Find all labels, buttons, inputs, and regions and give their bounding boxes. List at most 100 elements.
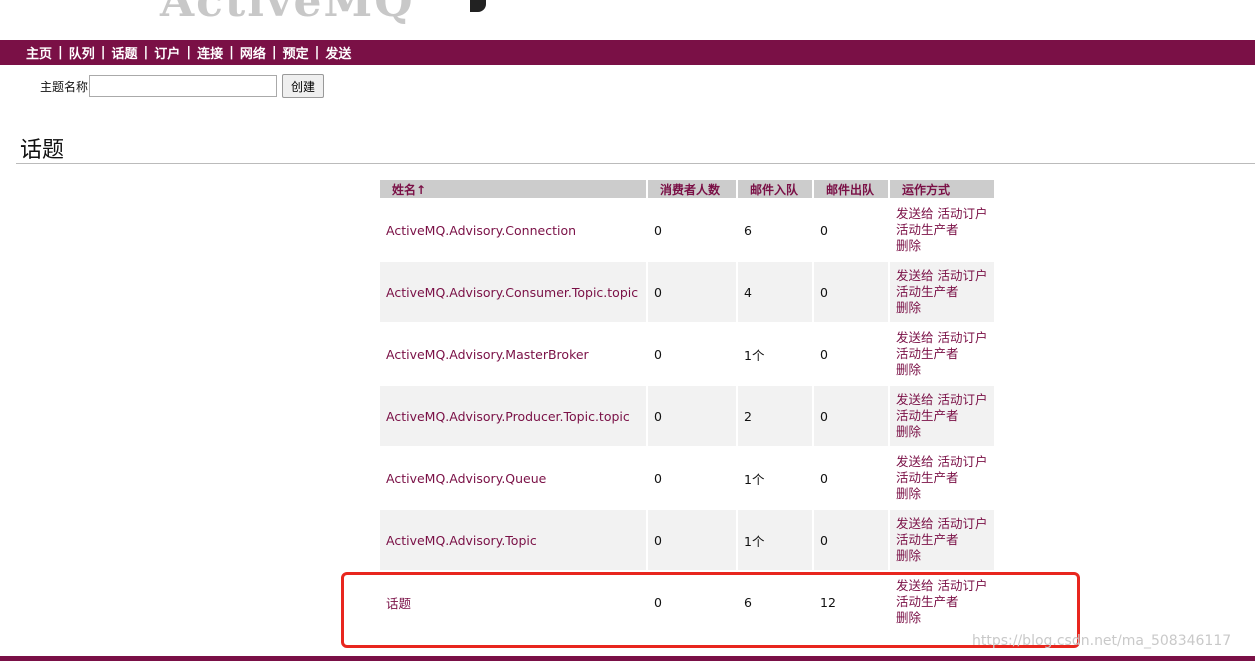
- topic-link[interactable]: ActiveMQ.Advisory.MasterBroker: [386, 347, 589, 362]
- topic-name-cell: ActiveMQ.Advisory.Producer.Topic.topic: [380, 386, 646, 446]
- nav-item-send[interactable]: 发送: [325, 43, 351, 62]
- table-row: ActiveMQ.Advisory.Connection 0 6 0 发送给 活…: [380, 200, 994, 260]
- nav-item-topics[interactable]: 话题: [112, 43, 138, 62]
- active-subscribers-link[interactable]: 活动订户: [938, 454, 988, 469]
- nav-separator: |: [100, 45, 106, 60]
- enqueued-count-cell: 1个: [744, 471, 765, 487]
- nav-item-network[interactable]: 网络: [240, 43, 266, 62]
- enqueued-count-cell: 4: [738, 262, 812, 322]
- operations-cell: 发送给 活动订户 活动生产者 删除: [890, 200, 994, 260]
- column-header-operations: 运作方式: [890, 180, 994, 198]
- topic-link[interactable]: ActiveMQ.Advisory.Consumer.Topic.topic: [386, 285, 638, 300]
- nav-item-subscribers[interactable]: 订户: [154, 43, 180, 62]
- footer-bar: [0, 656, 1255, 661]
- logo: ActiveMQ: [160, 0, 415, 27]
- nav-item-queues[interactable]: 队列: [69, 43, 95, 62]
- topic-name-cell: ActiveMQ.Advisory.MasterBroker: [380, 324, 646, 384]
- active-producers-link[interactable]: 活动生产者: [896, 532, 959, 547]
- topic-name-cell: ActiveMQ.Advisory.Queue: [380, 448, 646, 508]
- consumer-count-cell: 0: [654, 346, 662, 362]
- nav-separator: |: [186, 45, 192, 60]
- consumer-count-cell: 0: [654, 222, 662, 238]
- topic-link[interactable]: ActiveMQ.Advisory.Connection: [386, 223, 576, 238]
- send-to-link[interactable]: 发送给: [896, 516, 934, 531]
- delete-link[interactable]: 删除: [896, 362, 921, 377]
- nav-separator: |: [271, 45, 277, 60]
- dequeued-count-cell: 0: [814, 510, 888, 570]
- operations-cell: 发送给 活动订户 活动生产者 删除: [890, 510, 994, 570]
- topic-name-input[interactable]: [89, 75, 278, 97]
- topic-link[interactable]: ActiveMQ.Advisory.Topic: [386, 533, 537, 548]
- active-subscribers-link[interactable]: 活动订户: [938, 516, 988, 531]
- nav-item-home[interactable]: 主页: [26, 43, 52, 62]
- active-subscribers-link[interactable]: 活动订户: [938, 268, 988, 283]
- dequeued-count-cell: 0: [820, 470, 828, 486]
- table-row: ActiveMQ.Advisory.MasterBroker 0 1个 0 发送…: [380, 324, 994, 384]
- table-row: ActiveMQ.Advisory.Producer.Topic.topic 0…: [380, 386, 994, 446]
- consumer-count-cell: 0: [648, 510, 736, 570]
- active-subscribers-link[interactable]: 活动订户: [938, 206, 988, 221]
- delete-link[interactable]: 删除: [896, 238, 921, 253]
- delete-link[interactable]: 删除: [896, 486, 921, 501]
- send-to-link[interactable]: 发送给: [896, 206, 934, 221]
- topic-name-cell: ActiveMQ.Advisory.Connection: [380, 200, 646, 260]
- watermark: https://blog.csdn.net/ma_508346117: [972, 633, 1232, 649]
- dequeued-count-cell: 0: [820, 346, 828, 362]
- active-producers-link[interactable]: 活动生产者: [896, 222, 959, 237]
- table-header-row: 姓名↑ 消费者人数 邮件入队 邮件出队 运作方式: [380, 180, 994, 198]
- consumer-count-cell: 0: [648, 262, 736, 322]
- delete-link[interactable]: 删除: [896, 424, 921, 439]
- enqueued-count-cell: 2: [738, 386, 812, 446]
- operations-cell: 发送给 活动订户 活动生产者 删除: [890, 262, 994, 322]
- column-header-consumers[interactable]: 消费者人数: [648, 180, 736, 198]
- create-button[interactable]: 创建: [282, 74, 325, 98]
- operations-cell: 发送给 活动订户 活动生产者 删除: [890, 448, 994, 508]
- send-to-link[interactable]: 发送给: [896, 454, 934, 469]
- enqueued-count-cell: 6: [744, 222, 752, 238]
- main-nav: 主页 | 队列 | 话题 | 订户 | 连接 | 网络 | 预定 | 发送: [0, 40, 1255, 65]
- table-row: ActiveMQ.Advisory.Topic 0 1个 0 发送给 活动订户 …: [380, 510, 994, 570]
- send-to-link[interactable]: 发送给: [896, 268, 934, 283]
- topic-link[interactable]: ActiveMQ.Advisory.Queue: [386, 471, 546, 486]
- title-divider: [16, 163, 1255, 164]
- dequeued-count-cell: 0: [814, 386, 888, 446]
- enqueued-count-cell: 1个: [738, 510, 812, 570]
- column-header-name[interactable]: 姓名↑: [380, 180, 646, 198]
- dequeued-count-cell: 0: [814, 262, 888, 322]
- active-producers-link[interactable]: 活动生产者: [896, 284, 959, 299]
- topic-name-cell: ActiveMQ.Advisory.Topic: [380, 510, 646, 570]
- active-producers-link[interactable]: 活动生产者: [896, 470, 959, 485]
- delete-link[interactable]: 删除: [896, 300, 921, 315]
- delete-link[interactable]: 删除: [896, 548, 921, 563]
- topic-name-label: 主题名称: [40, 79, 89, 94]
- table-row: ActiveMQ.Advisory.Queue 0 1个 0 发送给 活动订户 …: [380, 448, 994, 508]
- topic-link[interactable]: ActiveMQ.Advisory.Producer.Topic.topic: [386, 409, 630, 424]
- send-to-link[interactable]: 发送给: [896, 330, 934, 345]
- topics-table: 姓名↑ 消费者人数 邮件入队 邮件出队 运作方式 ActiveMQ.Adviso…: [378, 178, 996, 634]
- active-producers-link[interactable]: 活动生产者: [896, 346, 959, 361]
- active-producers-link[interactable]: 活动生产者: [896, 408, 959, 423]
- active-subscribers-link[interactable]: 活动订户: [938, 330, 988, 345]
- logo-mark: [470, 0, 486, 12]
- nav-separator: |: [314, 45, 320, 60]
- enqueued-count-cell: 1个: [744, 347, 765, 363]
- send-to-link[interactable]: 发送给: [896, 392, 934, 407]
- nav-separator: |: [229, 45, 234, 60]
- consumer-count-cell: 0: [654, 470, 662, 486]
- nav-item-connections[interactable]: 连接: [197, 43, 223, 62]
- column-header-enqueued[interactable]: 邮件入队: [738, 180, 812, 198]
- operations-cell: 发送给 活动订户 活动生产者 删除: [890, 324, 994, 384]
- highlight-annotation: [341, 572, 1080, 648]
- operations-cell: 发送给 活动订户 活动生产者 删除: [890, 386, 994, 446]
- topic-name-cell: ActiveMQ.Advisory.Consumer.Topic.topic: [380, 262, 646, 322]
- nav-item-scheduled[interactable]: 预定: [283, 43, 309, 62]
- nav-separator: |: [143, 45, 149, 60]
- active-subscribers-link[interactable]: 活动订户: [938, 392, 988, 407]
- dequeued-count-cell: 0: [820, 222, 828, 238]
- table-row: ActiveMQ.Advisory.Consumer.Topic.topic 0…: [380, 262, 994, 322]
- logo-area: ActiveMQ: [0, 0, 1255, 40]
- nav-separator: |: [58, 45, 63, 60]
- page-title: 话题: [20, 138, 65, 163]
- consumer-count-cell: 0: [648, 386, 736, 446]
- column-header-dequeued[interactable]: 邮件出队: [814, 180, 888, 198]
